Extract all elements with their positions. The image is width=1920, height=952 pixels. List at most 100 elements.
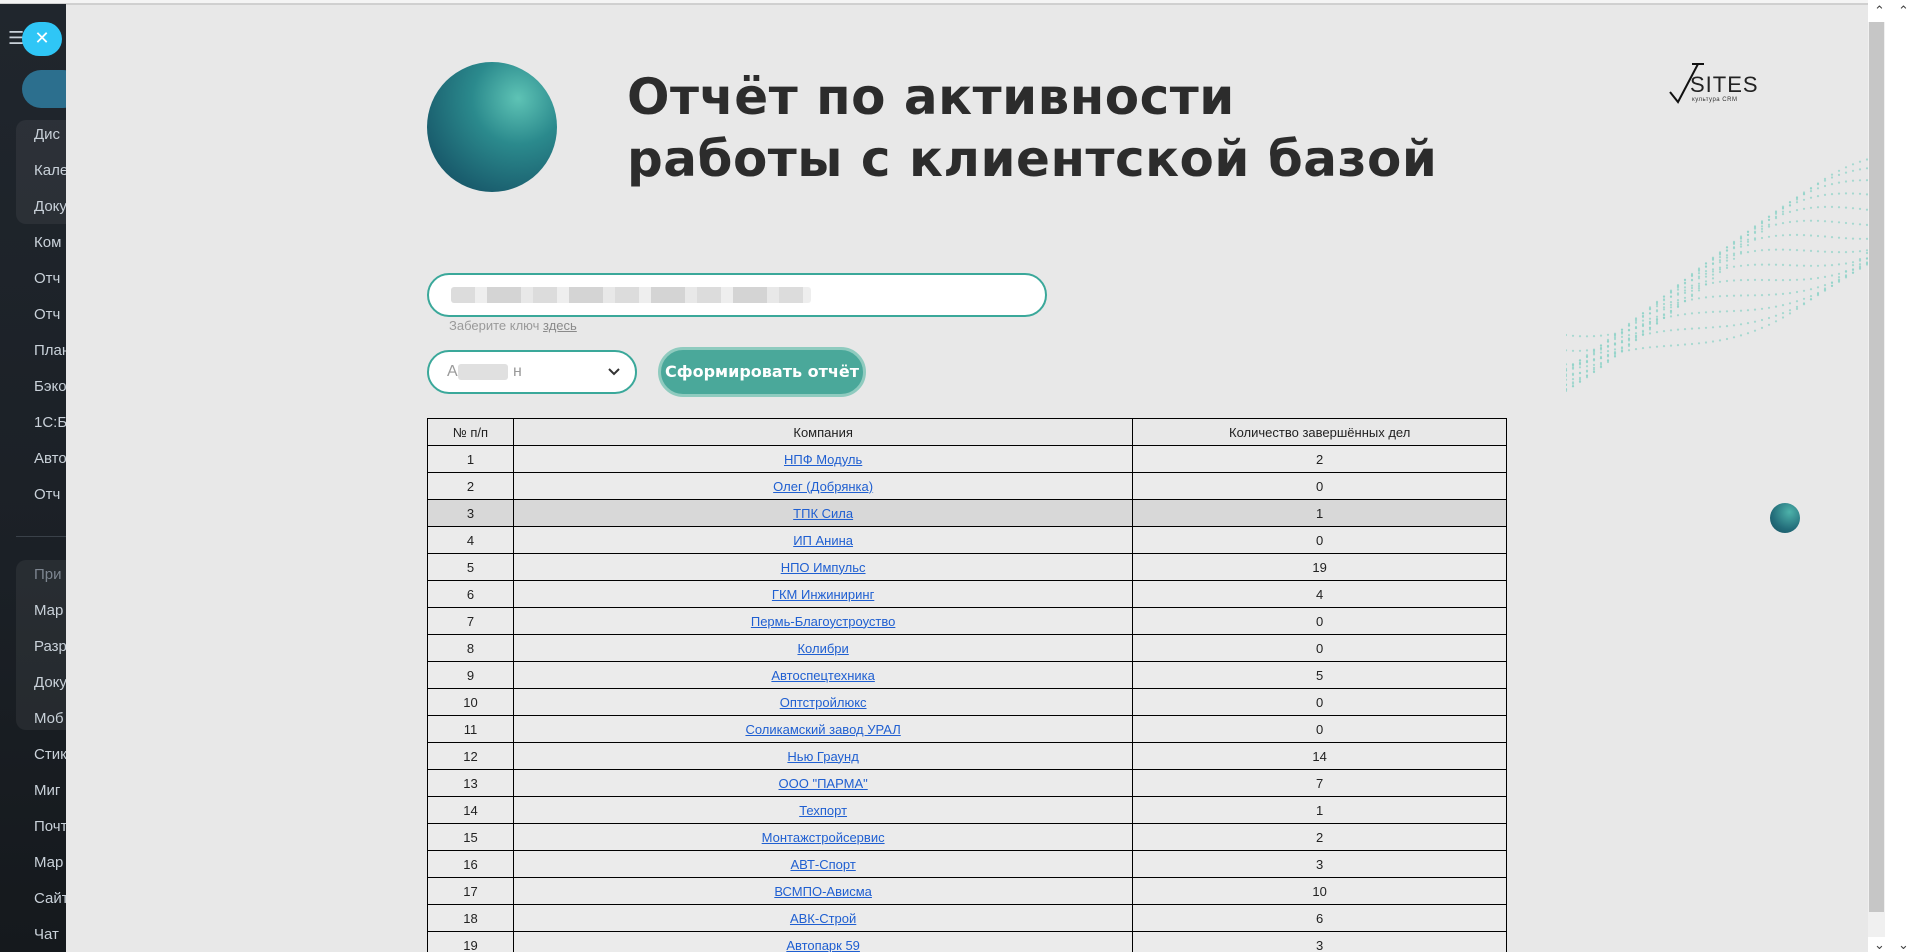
company-link[interactable]: Олег (Добрянка) [773,479,873,494]
scrollbar-thumb[interactable] [1869,22,1884,912]
cell-number: 7 [427,607,514,635]
company-link[interactable]: НПО Импульс [781,560,866,575]
company-link[interactable]: Пермь-Благоустроуство [751,614,896,629]
key-hint-link[interactable]: здесь [543,318,577,333]
header-number: № п/п [427,418,514,446]
company-link[interactable]: НПФ Модуль [784,452,862,467]
cell-number: 1 [427,445,514,473]
sidebar-item[interactable]: Отч [34,306,60,323]
cell-company: ГКМ Инжиниринг [512,580,1134,608]
sidebar-item[interactable]: Стик [34,746,66,763]
cell-company: Автопарк 59 [512,931,1134,952]
cell-company: Олег (Добрянка) [512,472,1134,500]
company-link[interactable]: ВСМПО-Ависма [774,884,872,899]
generate-report-button[interactable]: Сформировать отчёт [658,347,866,397]
cell-completed: 2 [1132,445,1507,473]
report-table: № п/п Компания Количество завершённых де… [427,418,1507,952]
sidebar-item[interactable]: Чат [34,926,59,943]
company-link[interactable]: АВК-Строй [790,911,856,926]
sidebar-item[interactable]: При [34,566,62,583]
table-row: 17 ВСМПО-Ависма 10 [427,877,1507,905]
cell-completed: 1 [1132,796,1507,824]
table-row: 1 НПФ Модуль 2 [427,445,1507,473]
cell-company: НПФ Модуль [512,445,1134,473]
cell-number: 9 [427,661,514,689]
cell-completed: 0 [1132,688,1507,716]
company-link[interactable]: Автоспецтехника [771,668,874,683]
cell-company: НПО Импульс [512,553,1134,581]
table-row: 5 НПО Импульс 19 [427,553,1507,581]
cell-number: 5 [427,553,514,581]
sidebar-item[interactable]: Миг [34,782,60,799]
sidebar-item[interactable]: Моб [34,710,64,727]
company-link[interactable]: Автопарк 59 [786,938,860,952]
sidebar-item[interactable]: Почт [34,818,66,835]
sidebar-item[interactable]: Сайт [34,890,66,907]
cell-number: 14 [427,796,514,824]
cell-company: Монтажстройсервис [512,823,1134,851]
cell-company: ИП Анина [512,526,1134,554]
cell-completed: 0 [1132,607,1507,635]
header-company: Компания [512,418,1134,446]
cell-completed: 0 [1132,715,1507,743]
cell-company: Оптстройлюкс [512,688,1134,716]
company-link[interactable]: Монтажстройсервис [762,830,885,845]
cell-company: Соликамский завод УРАЛ [512,715,1134,743]
sidebar-item[interactable]: Доку [34,198,66,215]
sidebar-item[interactable]: Доку [34,674,66,691]
sidebar-item[interactable]: Авто [34,450,66,467]
cell-number: 2 [427,472,514,500]
cell-completed: 10 [1132,877,1507,905]
cell-number: 8 [427,634,514,662]
company-link[interactable]: Колибри [797,641,848,656]
company-link[interactable]: Нью Граунд [787,749,858,764]
company-link[interactable]: ГКМ Инжиниринг [772,587,874,602]
cell-number: 6 [427,580,514,608]
sidebar-item[interactable]: Мар [34,602,63,619]
sidebar-divider [16,536,66,537]
scroll-up-icon[interactable]: ⌃ [1874,4,1885,19]
sidebar-item[interactable]: Дис [34,126,60,143]
sidebar-item[interactable]: Ком [34,234,61,251]
sidebar-item[interactable]: Бэко [34,378,66,395]
blurred-select-value [458,364,508,380]
cell-completed: 0 [1132,634,1507,662]
table-header-row: № п/п Компания Количество завершённых де… [427,418,1507,446]
company-link[interactable]: ИП Анина [793,533,853,548]
cell-number: 10 [427,688,514,716]
sidebar-item[interactable]: Разр [34,638,66,655]
table-row: 12 Нью Граунд 14 [427,742,1507,770]
scroll-down-icon[interactable]: ⌄ [1898,938,1909,952]
company-link[interactable]: Техпорт [799,803,847,818]
close-slider-button[interactable]: ✕ [22,22,62,56]
decorative-orb [427,62,557,192]
sidebar-item[interactable]: План [34,342,66,359]
cell-number: 4 [427,526,514,554]
sidebar-item[interactable]: Мар [34,854,63,871]
logo-text: SITES [1690,72,1759,97]
table-row: 3 ТПК Сила 1 [427,499,1507,527]
company-link[interactable]: АВТ-Спорт [790,857,855,872]
table-row: 19 Автопарк 59 3 [427,931,1507,952]
company-link[interactable]: Оптстройлюкс [780,695,867,710]
table-row: 6 ГКМ Инжиниринг 4 [427,580,1507,608]
table-row: 9 Автоспецтехника 5 [427,661,1507,689]
scroll-down-icon[interactable]: ⌄ [1874,938,1885,952]
sidebar-item[interactable]: Отч [34,270,60,287]
sidebar-item[interactable]: Кале [34,162,66,179]
scroll-up-icon[interactable]: ⌃ [1898,4,1909,19]
cell-completed: 0 [1132,472,1507,500]
cell-completed: 5 [1132,661,1507,689]
table-row: 4 ИП Анина 0 [427,526,1507,554]
company-link[interactable]: ООО "ПАРМА" [779,776,868,791]
company-link[interactable]: ТПК Сила [793,506,853,521]
company-link[interactable]: Соликамский завод УРАЛ [745,722,900,737]
key-hint-text: Заберите ключ [449,318,544,333]
sidebar-item[interactable]: 1С:Б [34,414,66,431]
sidebar-item[interactable]: Отч [34,486,60,503]
page-title: Отчёт по активности работы с клиентской … [627,66,1437,190]
decorative-orb-small [1770,503,1800,533]
chevron-down-icon [607,352,621,407]
select-value-prefix: А [447,363,458,380]
close-icon: ✕ [34,28,50,49]
